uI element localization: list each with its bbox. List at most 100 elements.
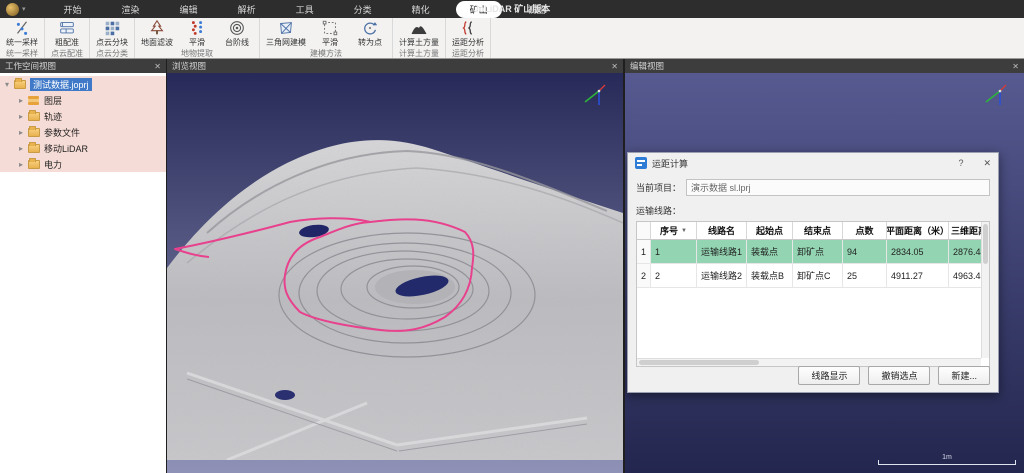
- routes-label: 运输线路：: [636, 204, 990, 217]
- close-icon[interactable]: ✕: [611, 62, 618, 71]
- tree-item-parameter-files[interactable]: ▸ 参数文件: [0, 124, 166, 140]
- header-end-point[interactable]: 结束点: [793, 222, 843, 239]
- cell-route-name: 运输线路2: [697, 264, 747, 287]
- haul-distance-button[interactable]: 运距分析: [452, 19, 484, 48]
- menu-classify[interactable]: 分类: [340, 1, 386, 18]
- menubar: ▾ 开始 渲染 编辑 解析 工具 分类 精化 矿山 视图 JoLiDAR 矿山版…: [0, 0, 1024, 18]
- cell-seq: 1: [651, 240, 697, 263]
- caret-open-icon[interactable]: ▾: [0, 80, 14, 89]
- tree-root-row[interactable]: ▾ 测试数据.joprj: [0, 76, 166, 92]
- haul-distance-icon: [459, 19, 477, 37]
- earthwork-volume-button[interactable]: 计算土方量: [399, 19, 439, 48]
- caret-closed-icon[interactable]: ▸: [14, 112, 28, 121]
- point-cloud-viewport[interactable]: [167, 73, 623, 473]
- tree-item-trajectory[interactable]: ▸ 轨迹: [0, 108, 166, 124]
- dialog-title: 运距计算: [652, 157, 688, 170]
- button-label: 计算土方量: [399, 37, 439, 48]
- folder-icon: [28, 144, 40, 153]
- menu-view[interactable]: 视图: [514, 1, 560, 18]
- header-planar-distance[interactable]: 平面距离（米）: [887, 222, 949, 239]
- ground-filter-icon: [148, 19, 166, 37]
- ground-filter-button[interactable]: 地面滤波: [141, 19, 173, 48]
- header-point-count[interactable]: 点数: [843, 222, 887, 239]
- tree-item-power[interactable]: ▸ 电力: [0, 156, 166, 172]
- button-label: 统一采样: [6, 37, 38, 48]
- tree-item-label: 参数文件: [44, 126, 80, 139]
- close-icon[interactable]: ✕: [1012, 62, 1019, 71]
- current-project-field[interactable]: [686, 179, 990, 196]
- header-label: 序号: [660, 224, 678, 237]
- ribbon-group-sampling: 统一采样 统一采样: [0, 18, 45, 58]
- menu-start[interactable]: 开始: [50, 1, 96, 18]
- browse-panel: 浏览视图 ✕: [167, 59, 623, 473]
- new-route-button[interactable]: 新建...: [938, 366, 990, 385]
- folder-icon: [28, 128, 40, 137]
- mesh-smooth-button[interactable]: 平滑: [314, 19, 346, 48]
- button-label: 转为点: [358, 37, 382, 48]
- axis-gizmo-icon: [581, 81, 609, 109]
- menu-render[interactable]: 渲染: [108, 1, 154, 18]
- axis-gizmo-icon: [982, 81, 1010, 109]
- ribbon-toolbar: 统一采样 统一采样 粗配准 点云配准: [0, 18, 1024, 59]
- smooth-icon: [188, 19, 206, 37]
- workspace-tree: ▾ 测试数据.joprj ▸ 图层 ▸ 轨迹 ▸ 参数文件 ▸: [0, 73, 166, 473]
- ribbon-group-earthwork: 计算土方量 计算土方量: [393, 18, 446, 58]
- tin-modeling-icon: [277, 19, 295, 37]
- bench-line-icon: [228, 19, 246, 37]
- menu-edit[interactable]: 编辑: [166, 1, 212, 18]
- folder-icon: [28, 112, 40, 121]
- cell-start-point: 装载点B: [747, 264, 793, 287]
- dialog-body: 当前项目： 运输线路： 序号 ▼ 线路名: [628, 173, 998, 367]
- chevron-down-icon[interactable]: ▾: [22, 5, 26, 13]
- ribbon-group-modeling: 三角网建模 平滑 转为点: [260, 18, 393, 58]
- vertical-scrollbar[interactable]: [981, 222, 989, 358]
- close-icon[interactable]: ✕: [154, 62, 161, 71]
- bench-line-button[interactable]: 台阶线: [221, 19, 253, 48]
- menu-tools[interactable]: 工具: [282, 1, 328, 18]
- tree-item-layers[interactable]: ▸ 图层: [0, 92, 166, 108]
- table-row[interactable]: 1 1 运输线路1 装载点 卸矿点 94 2834.05 2876.44: [637, 240, 990, 264]
- menu-refine[interactable]: 精化: [398, 1, 444, 18]
- cell-point-count: 25: [843, 264, 887, 287]
- coarse-registration-button[interactable]: 粗配准: [51, 19, 83, 48]
- tree-item-label: 移动LiDAR: [44, 142, 88, 155]
- routes-table: 序号 ▼ 线路名 起始点 结束点 点数 平面距离（米） 三维距离（米）: [636, 221, 990, 367]
- help-icon[interactable]: ?: [958, 158, 963, 168]
- uniform-sampling-button[interactable]: 统一采样: [6, 19, 38, 48]
- caret-closed-icon[interactable]: ▸: [14, 144, 28, 153]
- tree-item-mobile-lidar[interactable]: ▸ 移动LiDAR: [0, 140, 166, 156]
- header-seq[interactable]: 序号 ▼: [651, 222, 697, 239]
- caret-closed-icon[interactable]: ▸: [14, 160, 28, 169]
- point-cloud-tiling-button[interactable]: 点云分块: [96, 19, 128, 48]
- button-label: 台阶线: [225, 37, 249, 48]
- header-route-name[interactable]: 线路名: [697, 222, 747, 239]
- cell-start-point: 装载点: [747, 240, 793, 263]
- dialog-titlebar[interactable]: 运距计算 ? ✕: [628, 153, 998, 173]
- haul-distance-dialog: 运距计算 ? ✕ 当前项目： 运输线路：: [627, 152, 999, 393]
- workspace-panel: 工作空间视图 ✕ ▾ 测试数据.joprj ▸ 图层 ▸ 轨迹 ▸ 参: [0, 59, 166, 473]
- button-label: 粗配准: [55, 37, 79, 48]
- tin-modeling-button[interactable]: 三角网建模: [266, 19, 306, 48]
- tree-item-label: 轨迹: [44, 110, 62, 123]
- convert-to-points-button[interactable]: 转为点: [354, 19, 386, 48]
- smooth-button[interactable]: 平滑: [181, 19, 213, 48]
- table-row[interactable]: 2 2 运输线路2 装载点B 卸矿点C 25 4911.27 4963.48: [637, 264, 990, 288]
- caret-closed-icon[interactable]: ▸: [14, 128, 28, 137]
- header-start-point[interactable]: 起始点: [747, 222, 793, 239]
- caret-closed-icon[interactable]: ▸: [14, 96, 28, 105]
- current-project-label: 当前项目：: [636, 181, 681, 194]
- ribbon-group-registration: 粗配准 点云配准: [45, 18, 90, 58]
- horizontal-scrollbar[interactable]: [637, 358, 981, 366]
- cell-end-point: 卸矿点C: [793, 264, 843, 287]
- edit-panel-title: 编辑视图: [630, 60, 664, 72]
- edit-panel-titlebar: 编辑视图 ✕: [625, 59, 1024, 73]
- button-label: 平滑: [322, 37, 338, 48]
- show-route-button[interactable]: 线路显示: [798, 366, 860, 385]
- edit-viewport[interactable]: 1m 运距计算 ? ✕ 当前项目： 运输线路：: [625, 73, 1024, 473]
- scale-bar-line: [878, 460, 1016, 465]
- undo-point-selection-button[interactable]: 撤销选点: [868, 366, 930, 385]
- menu-mine-active[interactable]: 矿山: [456, 1, 502, 18]
- button-label: 平滑: [189, 37, 205, 48]
- menu-analyze[interactable]: 解析: [224, 1, 270, 18]
- close-icon[interactable]: ✕: [983, 158, 991, 169]
